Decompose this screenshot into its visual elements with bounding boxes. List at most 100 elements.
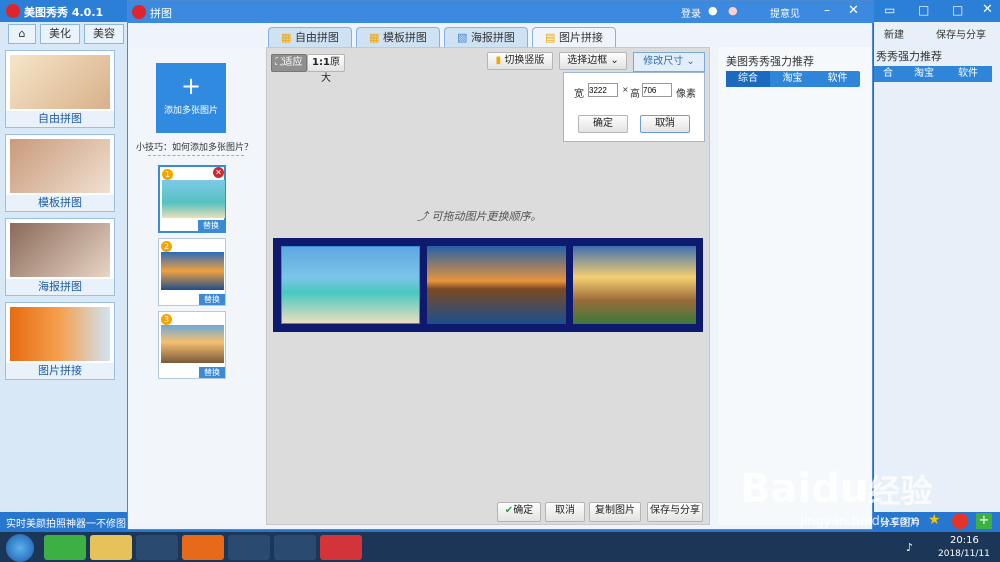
zoom-original-button[interactable]: 1:1原大 xyxy=(307,54,345,84)
slot-2-photo xyxy=(161,252,224,290)
taskbar-app-firefox[interactable] xyxy=(182,535,224,560)
cancel-button[interactable]: 取消 xyxy=(545,502,585,522)
taskbar-app-record[interactable] xyxy=(274,535,316,560)
slot-1-photo xyxy=(162,180,225,218)
free-collage-card[interactable]: 自由拼图 xyxy=(5,50,115,128)
width-input[interactable] xyxy=(588,83,618,97)
poster-collage-image xyxy=(10,223,110,277)
copy-image-button[interactable]: 复制图片 xyxy=(589,502,641,522)
right-tab-software[interactable]: 软件 xyxy=(946,66,990,82)
poster-collage-label: 海报拼图 xyxy=(6,279,114,295)
tab-free-collage-icon: ▦ xyxy=(281,31,295,44)
main-save-share-button[interactable]: 保存与分享 xyxy=(936,26,986,41)
image-stitch-card[interactable]: 图片拼接 xyxy=(5,302,115,380)
image-slot-3[interactable]: 3 替换 xyxy=(158,311,226,379)
clock-date[interactable]: 2018/11/11 xyxy=(938,549,990,559)
template-collage-card[interactable]: 模板拼图 xyxy=(5,134,115,212)
watermark-brand3: 经验 xyxy=(868,472,933,510)
tip-link[interactable]: 小技巧：如何添加多张图片？ xyxy=(136,140,253,153)
drag-hint: ⤴ 可拖动图片更换顺序。 xyxy=(417,208,542,224)
add-images-label: 添加多张图片 xyxy=(163,106,218,116)
poster-collage-card[interactable]: 海报拼图 xyxy=(5,218,115,296)
replace-button[interactable]: 替换 xyxy=(199,367,225,378)
stitched-collage[interactable] xyxy=(273,238,703,332)
plus-icon[interactable]: + xyxy=(976,513,992,529)
taskbar-app-video[interactable] xyxy=(228,535,270,560)
tab-template-collage[interactable]: ▦ 模板拼图 xyxy=(356,27,440,47)
tab-poster-collage-label: 海报拼图 xyxy=(470,31,515,44)
dialog-close-icon[interactable]: ✕ xyxy=(848,3,859,18)
tab-makeup[interactable]: 美容 xyxy=(84,24,124,44)
toggle-vertical-button[interactable]: ▮ 切换竖版 xyxy=(487,52,553,70)
dialog-logo-icon xyxy=(132,5,146,19)
recommend-tabs: 综合 淘宝 软件 xyxy=(726,71,860,87)
resize-ok-button[interactable]: 确定 xyxy=(578,115,628,133)
right-tab-taobao[interactable]: 淘宝 xyxy=(902,66,946,82)
qq-icon[interactable]: ● xyxy=(708,4,718,17)
new-button[interactable]: 新建 xyxy=(884,26,904,41)
collage-image-2[interactable] xyxy=(427,246,566,324)
image-list-panel: + 添加多张图片 小技巧：如何添加多张图片？ 1 ✕ 替换 2 替换 3 替换 xyxy=(128,47,264,525)
tab-poster-collage[interactable]: ▧ 海报拼图 xyxy=(444,27,528,47)
image-slot-2[interactable]: 2 替换 xyxy=(158,238,226,306)
collage-image-1[interactable] xyxy=(281,246,420,324)
dialog-minimize-icon[interactable]: – xyxy=(824,3,830,17)
maximize-icon[interactable]: □ xyxy=(952,3,963,17)
taskbar-app-explorer[interactable] xyxy=(90,535,132,560)
dialog-title-bar: 拼图 登录 ● ● 提意见 – ✕ xyxy=(128,1,874,23)
tip-divider xyxy=(148,155,244,156)
collage-image-3[interactable] xyxy=(573,246,696,324)
star-icon[interactable]: ★ xyxy=(928,512,941,528)
image-slot-1[interactable]: 1 ✕ 替换 xyxy=(158,165,226,233)
zoom-fit-button[interactable]: ⛶适应 xyxy=(271,54,307,72)
volume-icon[interactable]: ♪ xyxy=(906,541,913,554)
slot-number: 2 xyxy=(161,241,172,252)
start-button[interactable] xyxy=(6,534,34,562)
feedback-link[interactable]: 提意见 xyxy=(770,5,800,20)
zoom-original-ratio: 1:1 xyxy=(312,57,330,68)
home-tab[interactable]: ⌂ xyxy=(8,24,36,44)
save-share-button[interactable]: 保存与分享 xyxy=(647,502,703,522)
taskbar-app-360[interactable] xyxy=(44,535,86,560)
right-tab-all[interactable]: 合 xyxy=(874,66,902,82)
add-images-button[interactable]: + 添加多张图片 xyxy=(156,63,226,133)
close-icon[interactable]: ✕ xyxy=(982,2,993,17)
app-logo-icon xyxy=(6,4,20,18)
login-link[interactable]: 登录 xyxy=(681,5,701,20)
main-right-panel: 新建 保存与分享 秀秀强力推荐 合 淘宝 软件 xyxy=(874,22,1000,512)
clock-time[interactable]: 20:16 xyxy=(950,535,979,546)
taskbar-app-meitu[interactable] xyxy=(320,535,362,560)
right-tabs: 合 淘宝 软件 xyxy=(874,66,992,82)
canvas-area: ⛶适应 1:1原大 ▮ 切换竖版 选择边框 ⌄ 修改尺寸 ⌄ 宽 × 高 像素 … xyxy=(266,47,710,525)
weibo-icon[interactable] xyxy=(952,513,968,529)
rec-tab-software[interactable]: 软件 xyxy=(815,71,860,87)
confirm-label: 确定 xyxy=(513,505,534,516)
hint-arrow-icon: ⤴ xyxy=(417,210,432,223)
tab-template-collage-label: 模板拼图 xyxy=(382,31,427,44)
remove-icon[interactable]: ✕ xyxy=(213,167,224,178)
tab-image-stitch[interactable]: ▤ 图片拼接 xyxy=(532,27,616,47)
slot-number: 3 xyxy=(161,314,172,325)
fit-icon: ⛶ xyxy=(275,57,283,68)
rec-tab-taobao[interactable]: 淘宝 xyxy=(770,71,815,87)
rec-tab-all[interactable]: 综合 xyxy=(726,71,770,87)
minimize-icon[interactable]: ▭ xyxy=(884,3,895,17)
tab-free-collage[interactable]: ▦ 自由拼图 xyxy=(268,27,352,47)
tab-beautify[interactable]: 美化 xyxy=(40,24,80,44)
confirm-button[interactable]: ✔确定 xyxy=(497,502,541,522)
resize-button[interactable]: 修改尺寸 ⌄ xyxy=(633,52,705,72)
watermark-url: jingyan.baidu.com xyxy=(800,514,920,529)
slot-3-photo xyxy=(161,325,224,363)
weibo-login-icon[interactable]: ● xyxy=(728,4,738,17)
home-icon: ⌂ xyxy=(18,27,26,40)
slot-number: 1 xyxy=(162,169,173,180)
replace-button[interactable]: 替换 xyxy=(198,220,224,231)
add-plus-icon: + xyxy=(180,72,202,100)
resize-popup: 宽 × 高 像素 确定 取消 ☝ xyxy=(563,72,705,142)
taskbar-app-qq[interactable] xyxy=(136,535,178,560)
restore-icon[interactable]: □ xyxy=(918,3,929,17)
replace-button[interactable]: 替换 xyxy=(199,294,225,305)
choose-border-button[interactable]: 选择边框 ⌄ xyxy=(559,52,627,70)
height-input[interactable] xyxy=(642,83,672,97)
chevron-down-icon: ⌄ xyxy=(607,55,619,66)
